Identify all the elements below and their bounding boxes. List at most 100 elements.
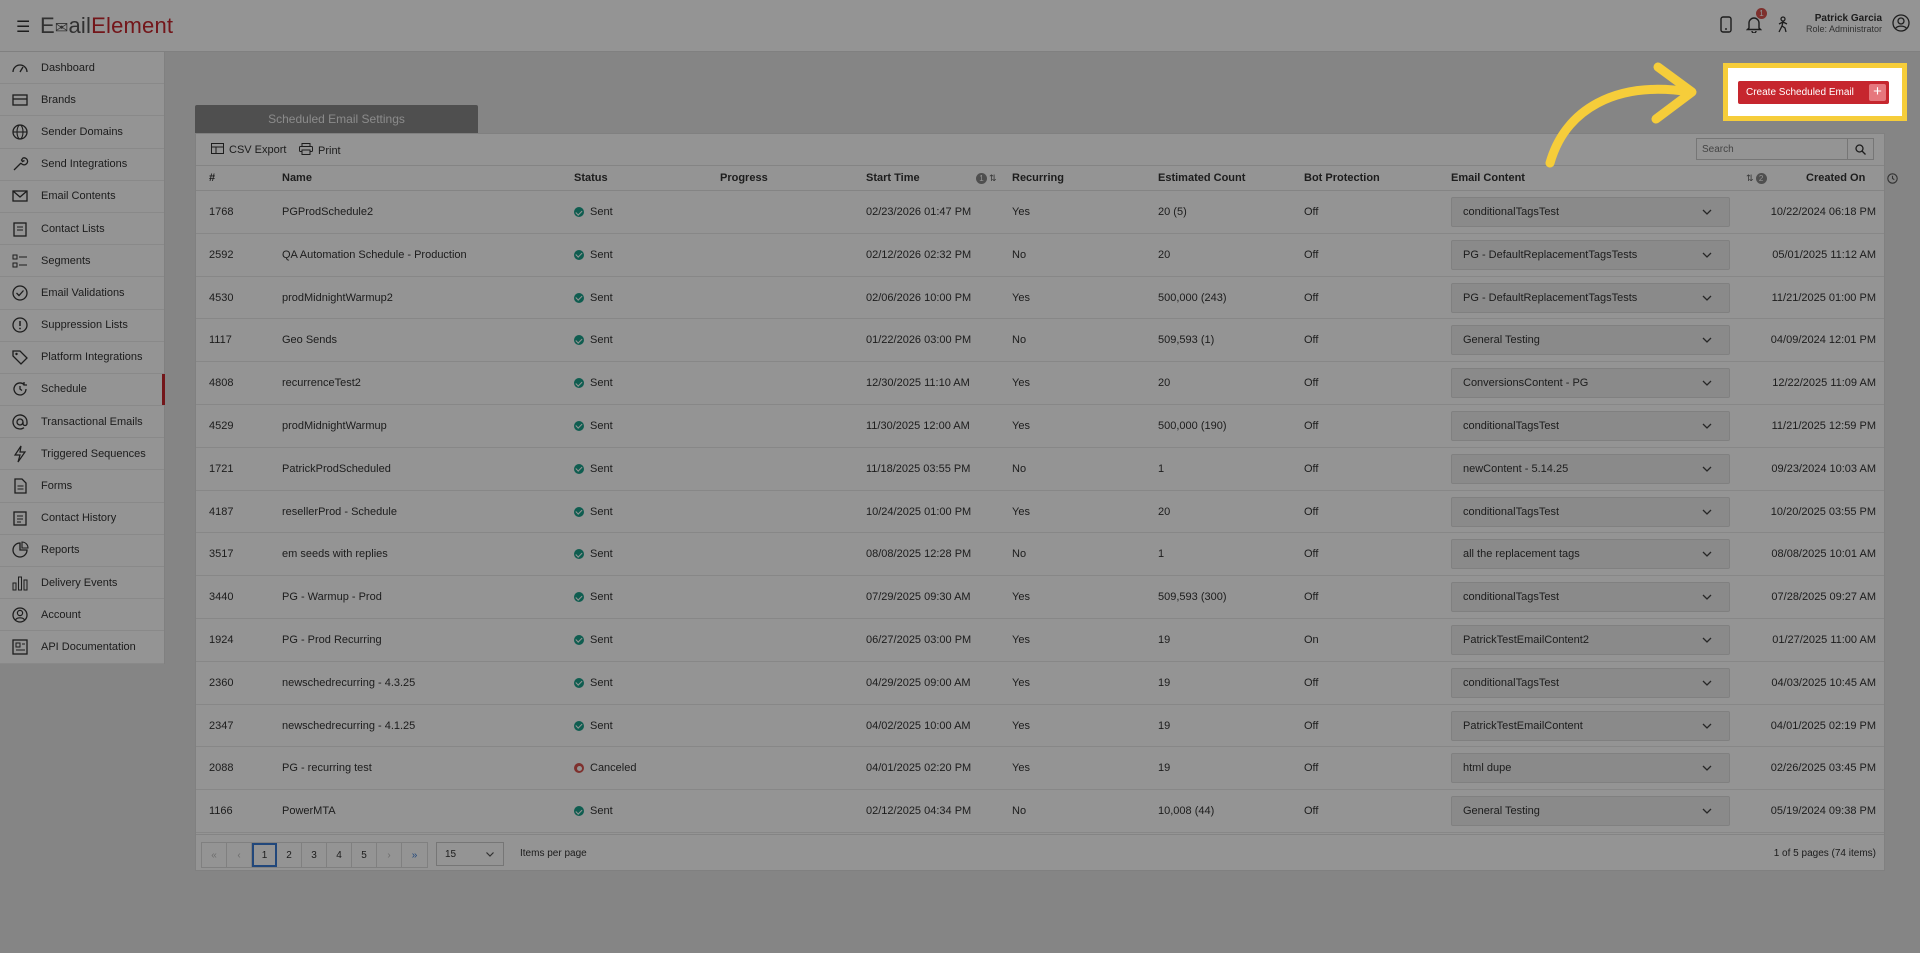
table-row[interactable]: 2592 QA Automation Schedule - Production S… bbox=[196, 234, 1884, 277]
col-progress[interactable]: Progress bbox=[720, 172, 768, 184]
last-page-button[interactable]: » bbox=[402, 843, 427, 867]
table-row[interactable]: 4529 prodMidnightWarmup Sent 11/30/2025 12:… bbox=[196, 405, 1884, 448]
email-content-dropdown[interactable]: PG - DefaultReplacementTagsTests bbox=[1451, 239, 1730, 270]
sidebar-item-api-documentation[interactable]: API Documentation bbox=[0, 631, 164, 664]
table-row[interactable]: 4808 recurrenceTest2 Sent 12/30/2025 11:10 … bbox=[196, 362, 1884, 405]
table-row[interactable]: 2360 newschedrecurring - 4.3.25 Sent 04/29/… bbox=[196, 662, 1884, 705]
email-content-dropdown[interactable]: ConversionsContent - PG bbox=[1451, 368, 1730, 399]
cell-id: 1166 bbox=[209, 805, 233, 818]
cell-id: 2592 bbox=[209, 248, 234, 261]
create-scheduled-email-button[interactable]: Create Scheduled Email + bbox=[1738, 81, 1889, 104]
col-bot-protection[interactable]: Bot Protection bbox=[1304, 172, 1380, 184]
page-button-1[interactable]: 1 bbox=[252, 843, 277, 867]
table-row[interactable]: 2347 newschedrecurring - 4.1.25 Sent 04/02/… bbox=[196, 705, 1884, 748]
sidebar-item-schedule[interactable]: Schedule bbox=[0, 373, 165, 407]
email-content-sort-indicator[interactable]: ⇅ 2 bbox=[1746, 173, 1767, 184]
table-row[interactable]: 1117 Geo Sends Sent 01/22/2026 03:00 PM No 50… bbox=[196, 319, 1884, 363]
col-email-content[interactable]: Email Content bbox=[1451, 172, 1525, 184]
sidebar-item-sender-domains[interactable]: Sender Domains bbox=[0, 116, 164, 149]
cell-recurring: Yes bbox=[1012, 676, 1030, 689]
cell-name: em seeds with replies bbox=[282, 548, 388, 561]
print-button[interactable]: Print bbox=[299, 143, 341, 158]
page-button-3[interactable]: 3 bbox=[302, 843, 327, 867]
sidebar-item-contact-history[interactable]: Contact History bbox=[0, 503, 164, 535]
table-row[interactable]: 1166 PowerMTA Sent 02/12/2025 04:34 PM No 10,… bbox=[196, 790, 1884, 833]
col-start-time[interactable]: Start Time bbox=[866, 172, 920, 184]
sidebar-item-suppression-lists[interactable]: Suppression Lists bbox=[0, 310, 164, 342]
cell-bot-protection: Off bbox=[1304, 462, 1319, 475]
bell-icon[interactable]: 1 bbox=[1744, 8, 1767, 34]
logout-icon[interactable] bbox=[1772, 14, 1792, 34]
table-row[interactable]: 1721 PatrickProdScheduled Sent 11/18/2025 0… bbox=[196, 448, 1884, 491]
page-button-2[interactable]: 2 bbox=[277, 843, 302, 867]
cell-start-time: 12/30/2025 11:10 AM bbox=[866, 377, 970, 390]
cell-estimated-count: 509,593 (1) bbox=[1158, 334, 1215, 347]
sidebar-item-account[interactable]: Account bbox=[0, 599, 164, 632]
sidebar-item-dashboard[interactable]: Dashboard bbox=[0, 52, 164, 85]
table-row[interactable]: 2088 PG - recurring test Canceled 04/01/202… bbox=[196, 747, 1884, 791]
plus-icon: + bbox=[1869, 84, 1886, 101]
email-content-dropdown[interactable]: conditionalTagsTest bbox=[1451, 496, 1730, 527]
col-status[interactable]: Status bbox=[574, 172, 608, 184]
sidebar-item-reports[interactable]: Reports bbox=[0, 535, 164, 567]
table-row[interactable]: 4187 resellerProd - Schedule Sent 10/24/202… bbox=[196, 491, 1884, 534]
page-button-4[interactable]: 4 bbox=[327, 843, 352, 867]
sidebar-item-brands[interactable]: Brands bbox=[0, 84, 164, 117]
cell-recurring: Yes bbox=[1012, 505, 1030, 518]
clock-icon[interactable] bbox=[1887, 173, 1898, 187]
start-time-sort-indicator[interactable]: 1 ⇅ bbox=[976, 173, 997, 184]
sidebar-item-platform-integrations[interactable]: Platform Integrations bbox=[0, 342, 164, 374]
sidebar-item-contact-lists[interactable]: Contact Lists bbox=[0, 213, 164, 246]
cell-estimated-count: 500,000 (243) bbox=[1158, 291, 1227, 304]
sidebar-item-transactional-emails[interactable]: Transactional Emails bbox=[0, 406, 164, 439]
email-content-dropdown[interactable]: newContent - 5.14.25 bbox=[1451, 453, 1730, 484]
table-row[interactable]: 4530 prodMidnightWarmup2 Sent 02/06/2026 10… bbox=[196, 277, 1884, 320]
email-content-dropdown[interactable]: General Testing bbox=[1451, 325, 1730, 356]
user-info[interactable]: Patrick Garcia Role: Administrator bbox=[1806, 13, 1882, 35]
pie-chart-icon bbox=[10, 540, 30, 560]
table-row[interactable]: 3440 PG - Warmup - Prod Sent 07/29/2025 09:… bbox=[196, 576, 1884, 619]
page-size-select[interactable]: 15 bbox=[436, 842, 504, 866]
next-page-button[interactable]: › bbox=[377, 843, 402, 867]
col-id[interactable]: # bbox=[209, 172, 215, 184]
email-content-dropdown[interactable]: PG - DefaultReplacementTagsTests bbox=[1451, 282, 1730, 313]
col-name[interactable]: Name bbox=[282, 172, 312, 184]
email-content-dropdown[interactable]: conditionalTagsTest bbox=[1451, 667, 1730, 698]
sidebar-item-delivery-events[interactable]: Delivery Events bbox=[0, 567, 164, 600]
sidebar-item-email-contents[interactable]: Email Contents bbox=[0, 181, 164, 213]
mobile-icon[interactable] bbox=[1716, 14, 1736, 34]
menu-icon[interactable]: ☰ bbox=[16, 17, 30, 37]
cell-id: 3517 bbox=[209, 548, 234, 561]
sidebar-item-forms[interactable]: Forms bbox=[0, 470, 164, 503]
first-page-button[interactable]: « bbox=[202, 843, 227, 867]
app-logo[interactable]: E✉ailElement bbox=[40, 13, 173, 39]
sidebar-item-label: Forms bbox=[41, 480, 73, 493]
col-estimated-count[interactable]: Estimated Count bbox=[1158, 172, 1245, 184]
email-content-dropdown[interactable]: PatrickTestEmailContent2 bbox=[1451, 624, 1730, 655]
cell-estimated-count: 20 bbox=[1158, 505, 1171, 518]
col-created-on[interactable]: Created On bbox=[1806, 172, 1865, 184]
sidebar-item-segments[interactable]: Segments bbox=[0, 245, 164, 278]
user-avatar-icon[interactable] bbox=[1892, 14, 1910, 35]
cell-status: Sent bbox=[574, 377, 613, 389]
table-row[interactable]: 3517 em seeds with replies Sent 08/08/2025 … bbox=[196, 533, 1884, 577]
email-content-dropdown[interactable]: conditionalTagsTest bbox=[1451, 197, 1730, 227]
search-input[interactable] bbox=[1697, 139, 1847, 159]
email-content-dropdown[interactable]: conditionalTagsTest bbox=[1451, 410, 1730, 441]
table-row[interactable]: 1768 PGProdSchedule2 Sent 02/23/2026 01:47 … bbox=[196, 191, 1884, 234]
page-button-5[interactable]: 5 bbox=[352, 843, 377, 867]
email-content-dropdown[interactable]: PatrickTestEmailContent bbox=[1451, 710, 1730, 741]
email-content-dropdown[interactable]: General Testing bbox=[1451, 796, 1730, 827]
col-recurring[interactable]: Recurring bbox=[1012, 172, 1064, 184]
table-row[interactable]: 1924 PG - Prod Recurring Sent 06/27/2025 03… bbox=[196, 619, 1884, 662]
search-icon[interactable] bbox=[1847, 139, 1873, 159]
email-content-dropdown[interactable]: html dupe bbox=[1451, 753, 1730, 784]
csv-export-button[interactable]: CSV Export bbox=[211, 143, 286, 157]
email-content-dropdown[interactable]: all the replacement tags bbox=[1451, 539, 1730, 570]
prev-page-button[interactable]: ‹ bbox=[227, 843, 252, 867]
sidebar-item-send-integrations[interactable]: Send Integrations bbox=[0, 149, 164, 181]
tab-scheduled-email-settings[interactable]: Scheduled Email Settings bbox=[195, 105, 478, 133]
sidebar-item-email-validations[interactable]: Email Validations bbox=[0, 277, 164, 310]
email-content-dropdown[interactable]: conditionalTagsTest bbox=[1451, 582, 1730, 613]
sidebar-item-triggered-sequences[interactable]: Triggered Sequences bbox=[0, 438, 164, 471]
